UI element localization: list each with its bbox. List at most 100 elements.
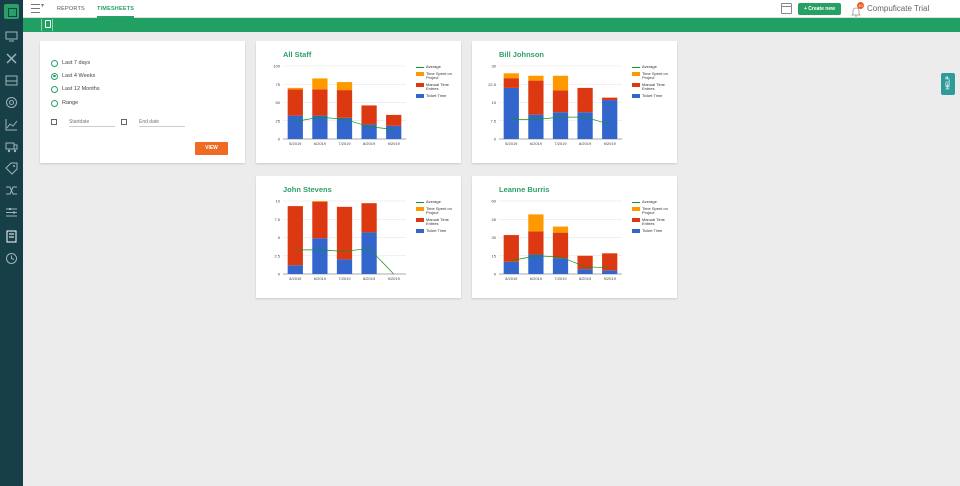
radio-button[interactable] (51, 85, 58, 93)
bar-segment (312, 201, 328, 202)
bar-segment (336, 90, 353, 118)
bar-segment (552, 90, 569, 113)
bar-segment (312, 238, 328, 274)
legend-item: Average (632, 64, 677, 70)
legend-swatch (416, 218, 424, 222)
legend-item: Manual Time Entries (416, 82, 461, 92)
legend-item: Manual Time Entries (632, 217, 677, 227)
legend-label: Ticket Time (642, 227, 663, 233)
calendar-icon[interactable] (781, 3, 792, 14)
y-tick-label: 5 (278, 235, 281, 240)
chart-icon[interactable] (5, 118, 18, 131)
y-tick-label: 2.5 (274, 253, 280, 258)
y-tick-label: 75 (276, 82, 281, 87)
hamburger-menu-icon[interactable] (31, 2, 44, 14)
help-label: HELP (945, 76, 952, 90)
legend-item: Ticket Time (416, 228, 461, 233)
radio-button-selected[interactable] (51, 72, 58, 80)
bar-chart: 0 15 30 45 60 5/2019 6/2019 7/2019 8/2019 9/2019 (492, 199, 622, 281)
bar-segment (312, 89, 328, 116)
radio-last-12-months[interactable]: Last 12 Months (51, 85, 100, 93)
bar-segment (602, 270, 618, 274)
radio-last-4-weeks[interactable]: Last 4 Weeks (51, 72, 95, 80)
chart-legend: Average Time Spent on Project Manual Time … (632, 64, 677, 100)
legend-item: Ticket Time (632, 93, 677, 98)
tools-icon[interactable] (5, 52, 18, 65)
inbox-icon[interactable] (5, 74, 18, 87)
help-tab[interactable]: HELP (941, 73, 955, 95)
radio-last-7-days[interactable]: Last 7 days (51, 59, 90, 67)
x-tick-label: 9/2019 (388, 276, 401, 281)
monitor-icon[interactable] (5, 30, 18, 43)
legend-swatch (632, 218, 640, 222)
create-new-button[interactable]: + Create new (798, 3, 841, 15)
bar-segment (503, 235, 519, 262)
bar-segment (312, 201, 328, 239)
timesheet-icon[interactable] (5, 230, 18, 243)
x-tick-label: 9/2019 (388, 141, 401, 146)
legend-label: Average (426, 199, 441, 204)
y-tick-label: 30 (492, 235, 497, 240)
bar-segment (287, 206, 303, 266)
legend-swatch (416, 94, 424, 98)
x-tick-label: 6/2019 (530, 276, 543, 281)
x-tick-label: 7/2019 (338, 276, 351, 281)
tab-reports[interactable]: REPORTS (57, 0, 85, 18)
top-bar: REPORTS TIMESHEETS + Create new 10 Compu… (23, 0, 960, 18)
y-tick-label: 7.5 (490, 118, 496, 123)
radio-button[interactable] (51, 99, 58, 107)
chart-legend: Average Time Spent on Project Manual Time … (632, 199, 677, 235)
legend-item: Ticket Time (416, 93, 461, 98)
y-tick-label: 15 (492, 253, 497, 258)
legend-item: Time Spent on Project (416, 71, 461, 81)
shuffle-icon[interactable] (5, 184, 18, 197)
bar-segment (602, 100, 618, 139)
legend-swatch (416, 207, 424, 211)
bar-segment (577, 112, 593, 139)
view-button[interactable]: VIEW (195, 142, 228, 155)
radio-range[interactable]: Range (51, 99, 78, 107)
bar-segment (577, 269, 593, 274)
chart-card-bill-johnson: Bill Johnson 0 7.5 15 22.5 30 5/2019 6/2019 7/2… (472, 41, 677, 163)
tag-icon[interactable] (5, 162, 18, 175)
bar-segment (361, 232, 377, 274)
legend-swatch (632, 67, 640, 68)
bar-segment (552, 226, 569, 233)
x-tick-label: 5/2019 (505, 141, 518, 146)
clipboard-icon[interactable] (41, 19, 53, 31)
logo-icon[interactable] (4, 4, 19, 19)
bar-segment (602, 97, 618, 101)
x-tick-label: 8/2019 (579, 141, 592, 146)
legend-item: Average (416, 64, 461, 70)
y-tick-label: 7.5 (274, 217, 280, 222)
bar-segment (386, 114, 402, 126)
radio-button[interactable] (51, 59, 58, 67)
legend-label: Average (426, 64, 441, 69)
legend-label: Manual Time Entries (426, 216, 449, 226)
bar-segment (287, 265, 303, 274)
sliders-icon[interactable] (5, 206, 18, 219)
x-tick-label: 6/2019 (314, 276, 327, 281)
legend-item: Manual Time Entries (416, 216, 461, 227)
tab-timesheets[interactable]: TIMESHEETS (97, 0, 135, 18)
target-icon[interactable] (5, 96, 18, 109)
legend-swatch (632, 207, 640, 211)
truck-icon[interactable] (5, 140, 18, 153)
x-tick-label: 5/2019 (505, 276, 518, 281)
legend-item: Manual Time Entries (632, 81, 677, 92)
chart-card-john-stevens: John Stevens 0 2.5 5 7.5 10 5/2019 6/2019 7/201… (256, 176, 461, 298)
bar-segment (528, 231, 544, 255)
calendar-icon[interactable] (121, 119, 127, 125)
legend-swatch (632, 202, 640, 203)
legend-item: Time Spent on Project (416, 206, 461, 216)
clock-icon[interactable] (5, 252, 18, 265)
notification-badge: 10 (857, 2, 864, 9)
legend-swatch (416, 67, 424, 68)
calendar-icon[interactable] (51, 119, 57, 125)
account-name[interactable]: Compuficate Trial (867, 0, 929, 18)
y-tick-label: 15 (492, 100, 497, 105)
end-date-input[interactable] (139, 118, 185, 127)
start-date-input[interactable] (69, 118, 115, 127)
bar-segment (552, 258, 569, 274)
legend-label: Manual Time Entries (642, 81, 665, 91)
